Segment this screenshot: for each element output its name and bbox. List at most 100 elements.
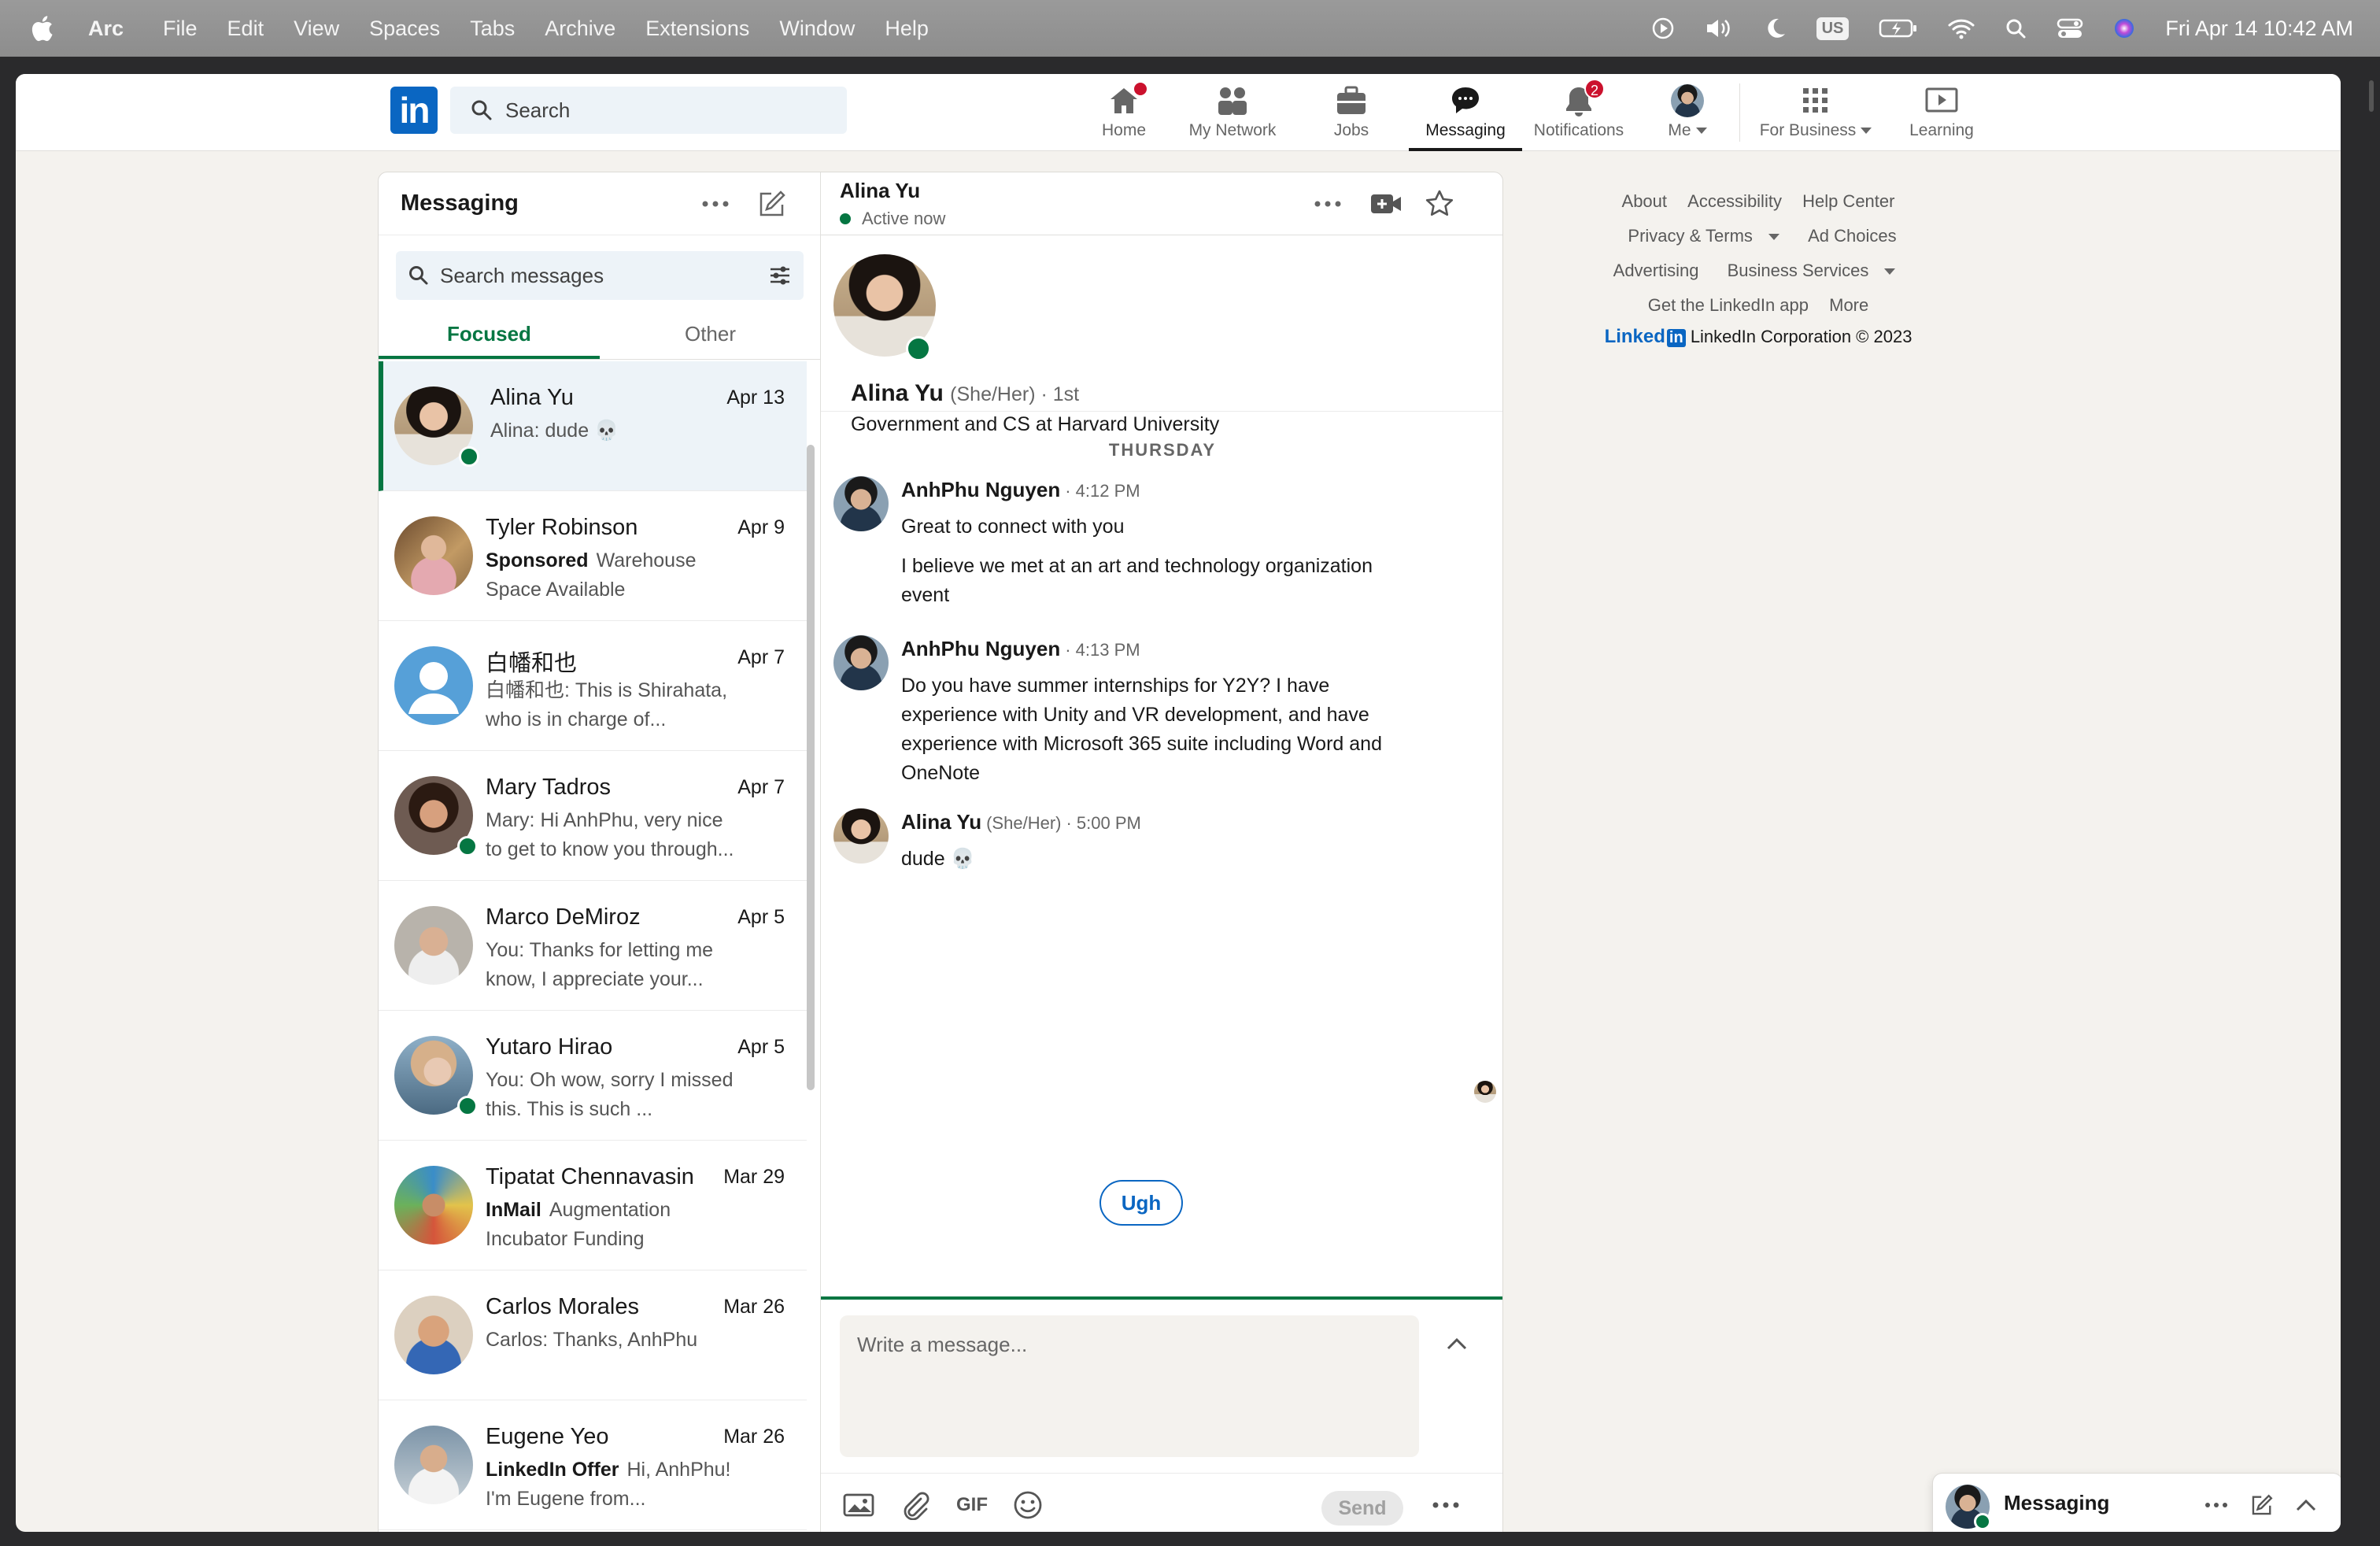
thread-active-status: Active now xyxy=(840,209,945,229)
conversation-item-alina-yu[interactable]: Alina Yu Apr 13 Alina: dude 💀 xyxy=(379,361,807,491)
conversation-list-scrollbar[interactable] xyxy=(807,445,815,1090)
menu-extensions[interactable]: Extensions xyxy=(645,17,749,41)
control-center-icon[interactable] xyxy=(2057,17,2083,39)
linkedin-logo-icon[interactable]: in xyxy=(390,87,438,134)
menu-edit[interactable]: Edit xyxy=(227,17,264,41)
composer-more-icon[interactable] xyxy=(1432,1489,1460,1521)
tab-focused[interactable]: Focused xyxy=(379,311,600,359)
footer-link-get-app[interactable]: Get the LinkedIn app xyxy=(1648,295,1809,315)
conversation-date: Apr 13 xyxy=(726,386,785,409)
footer-link-help-center[interactable]: Help Center xyxy=(1802,191,1894,211)
menu-file[interactable]: File xyxy=(163,17,198,41)
message-composer-input[interactable]: Write a message... xyxy=(840,1315,1419,1457)
footer-link-ad-choices[interactable]: Ad Choices xyxy=(1808,226,1897,246)
compose-icon[interactable] xyxy=(755,187,789,221)
emoji-icon[interactable] xyxy=(1013,1489,1043,1521)
message-text: Do you have summer internships for Y2Y? … xyxy=(901,675,1382,784)
conversation-item-tyler-robinson[interactable]: Tyler Robinson Apr 9 Sponsored Warehouse … xyxy=(379,491,807,621)
sender-avatar[interactable] xyxy=(833,476,889,531)
thread-contact-name[interactable]: Alina Yu xyxy=(840,179,920,203)
nav-jobs[interactable]: Jobs xyxy=(1306,74,1396,151)
conversation-name: 白幡和也 xyxy=(486,651,578,676)
menu-view[interactable]: View xyxy=(294,17,339,41)
attach-file-icon[interactable] xyxy=(900,1489,929,1521)
overlay-more-icon[interactable] xyxy=(2201,1492,2232,1518)
wifi-icon[interactable] xyxy=(1948,17,1975,39)
tab-other[interactable]: Other xyxy=(600,311,821,359)
quick-reply-button[interactable]: Ugh xyxy=(1099,1180,1183,1226)
message-text: I believe we met at an art and technolog… xyxy=(901,555,1373,606)
sender-name[interactable]: Alina Yu xyxy=(901,810,981,834)
menu-spaces[interactable]: Spaces xyxy=(369,17,440,41)
avatar xyxy=(394,516,473,595)
conversation-item-marco-demiroz[interactable]: Marco DeMiroz Apr 5 You: Thanks for lett… xyxy=(379,881,807,1011)
menu-archive[interactable]: Archive xyxy=(545,17,615,41)
nav-home[interactable]: Home xyxy=(1083,74,1165,151)
sender-avatar[interactable] xyxy=(833,808,889,864)
conversation-item-eugene-yeo[interactable]: Eugene Yeo Mar 26 LinkedIn Offer Hi, AnhP… xyxy=(379,1400,807,1530)
star-icon[interactable] xyxy=(1422,187,1457,221)
global-search-input[interactable]: Search xyxy=(450,87,847,134)
siri-icon[interactable] xyxy=(2113,17,2135,39)
menubar-clock[interactable]: Fri Apr 14 10:42 AM xyxy=(2165,17,2353,41)
more-options-icon[interactable] xyxy=(700,188,731,220)
volume-icon[interactable] xyxy=(1705,17,1735,40)
me-caret-icon xyxy=(1695,128,1707,135)
copyright-text: LinkedIn Corporation © 2023 xyxy=(1690,327,1913,346)
sender-name[interactable]: AnhPhu Nguyen xyxy=(901,478,1060,501)
play-icon[interactable] xyxy=(1651,17,1675,40)
menu-window[interactable]: Window xyxy=(779,17,855,41)
window-edge-handle[interactable] xyxy=(2369,80,2374,112)
send-button[interactable]: Send xyxy=(1321,1491,1403,1526)
menu-help[interactable]: Help xyxy=(885,17,929,41)
footer-link-more[interactable]: More xyxy=(1829,295,1868,315)
filter-icon[interactable] xyxy=(769,265,791,286)
battery-icon[interactable] xyxy=(1879,18,1918,39)
footer-link-about[interactable]: About xyxy=(1622,191,1668,211)
privacy-caret-icon xyxy=(1768,234,1779,241)
footer-link-advertising[interactable]: Advertising xyxy=(1613,261,1699,280)
composer-placeholder: Write a message... xyxy=(857,1333,1028,1356)
moon-icon[interactable] xyxy=(1765,17,1787,40)
conversation-snippet: Alina: dude 💀 xyxy=(490,420,619,442)
overlay-compose-icon[interactable] xyxy=(2248,1491,2276,1519)
apple-logo-icon[interactable] xyxy=(30,15,54,42)
menu-tabs[interactable]: Tabs xyxy=(470,17,515,41)
chevron-up-icon[interactable] xyxy=(1443,1330,1471,1358)
message-time: · 4:12 PM xyxy=(1065,481,1140,501)
thread-more-icon[interactable] xyxy=(1310,190,1345,218)
nav-for-business[interactable]: For Business xyxy=(1750,74,1881,151)
sender-name[interactable]: AnhPhu Nguyen xyxy=(901,637,1060,660)
sender-avatar[interactable] xyxy=(833,635,889,690)
conversation-item-shirahata[interactable]: 白幡和也 Apr 7 白幡和也: This is Shirahata, who … xyxy=(379,621,807,751)
nav-my-network[interactable]: My Network xyxy=(1170,74,1295,151)
spotlight-search-icon[interactable] xyxy=(2005,17,2027,39)
attach-image-icon[interactable] xyxy=(843,1489,874,1521)
nav-me[interactable]: Me xyxy=(1650,74,1725,151)
conversation-item-yutaro-hirao[interactable]: Yutaro Hirao Apr 5 You: Oh wow, sorry I … xyxy=(379,1011,807,1141)
gif-button[interactable]: GIF xyxy=(956,1489,988,1521)
conversation-snippet: LinkedIn Offer Hi, AnhPhu! I'm Eugene fro… xyxy=(486,1459,731,1510)
nav-notifications[interactable]: 2 Notifications xyxy=(1524,74,1634,151)
conversation-item-tipatat-chennavasin[interactable]: Tipatat Chennavasin Mar 29 InMail Augment… xyxy=(379,1141,807,1270)
profile-name[interactable]: Alina Yu (She/Her) · 1st xyxy=(851,380,1079,407)
message-time: · 5:00 PM xyxy=(1066,813,1141,833)
footer-link-accessibility[interactable]: Accessibility xyxy=(1687,191,1782,211)
messaging-icon xyxy=(1452,87,1479,113)
video-call-icon[interactable] xyxy=(1367,188,1405,220)
nav-learning[interactable]: Learning xyxy=(1892,74,1991,151)
business-services-caret-icon xyxy=(1884,268,1896,276)
conversation-items: Alina Yu Apr 13 Alina: dude 💀 Tyler Robi… xyxy=(379,361,807,1530)
footer-link-business-services[interactable]: Business Services xyxy=(1720,261,1904,280)
nav-messaging[interactable]: Messaging xyxy=(1409,74,1522,151)
chevron-up-icon[interactable] xyxy=(2292,1492,2320,1518)
macos-menu-bar: Arc File Edit View Spaces Tabs Archive E… xyxy=(0,0,2380,57)
conversation-name: Tyler Robinson xyxy=(486,515,638,540)
conversation-item-carlos-morales[interactable]: Carlos Morales Mar 26 Carlos: Thanks, An… xyxy=(379,1270,807,1400)
input-source-badge[interactable]: US xyxy=(1816,17,1850,40)
messaging-overlay-bar[interactable]: Messaging xyxy=(1933,1474,2341,1532)
menu-app-name[interactable]: Arc xyxy=(88,17,124,41)
footer-link-privacy-terms[interactable]: Privacy & Terms xyxy=(1620,226,1787,246)
search-messages-input[interactable]: Search messages xyxy=(396,251,804,300)
conversation-item-mary-tadros[interactable]: Mary Tadros Apr 7 Mary: Hi AnhPhu, very … xyxy=(379,751,807,881)
